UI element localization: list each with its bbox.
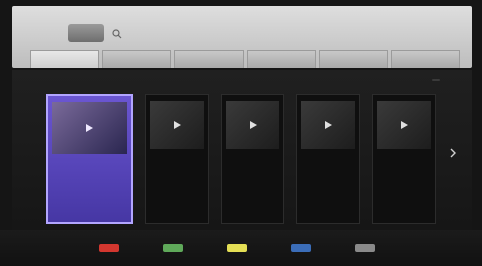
search-area[interactable] <box>112 26 128 42</box>
header-top-row <box>12 6 472 46</box>
card-thumbnail <box>52 102 127 154</box>
play-icon <box>398 119 410 131</box>
play-icon <box>247 119 259 131</box>
tab-2[interactable] <box>102 50 172 68</box>
color-key-green[interactable] <box>163 244 191 252</box>
play-icon <box>83 122 95 134</box>
tabs-bar <box>30 50 461 68</box>
content-card[interactable] <box>296 94 361 224</box>
app-header <box>12 6 472 68</box>
content-card[interactable] <box>144 94 209 224</box>
card-thumbnail <box>301 101 356 149</box>
swatch <box>355 244 375 252</box>
tab-6[interactable] <box>390 50 461 68</box>
content-card[interactable] <box>372 94 436 224</box>
content-card[interactable] <box>220 94 285 224</box>
content-card[interactable] <box>46 94 133 224</box>
play-icon <box>171 119 183 131</box>
swatch <box>291 244 311 252</box>
tab-3[interactable] <box>174 50 244 68</box>
color-key-blue[interactable] <box>291 244 319 252</box>
color-key-red[interactable] <box>99 244 127 252</box>
chevron-right-icon[interactable] <box>448 148 458 158</box>
color-key-legend <box>0 230 482 266</box>
tab-4[interactable] <box>246 50 316 68</box>
color-key-gray[interactable] <box>355 244 383 252</box>
page-indicator <box>432 79 440 81</box>
swatch <box>227 244 247 252</box>
card-thumbnail <box>377 101 431 149</box>
channel-logo <box>68 24 104 42</box>
content-area <box>12 70 472 230</box>
card-thumbnail <box>225 101 280 149</box>
swatch <box>99 244 119 252</box>
tab-1[interactable] <box>30 50 100 68</box>
card-thumbnail <box>149 101 204 149</box>
color-key-yellow[interactable] <box>227 244 255 252</box>
swatch <box>163 244 183 252</box>
card-carousel <box>46 94 436 224</box>
search-icon[interactable] <box>112 29 122 39</box>
play-icon <box>322 119 334 131</box>
tab-5[interactable] <box>318 50 388 68</box>
